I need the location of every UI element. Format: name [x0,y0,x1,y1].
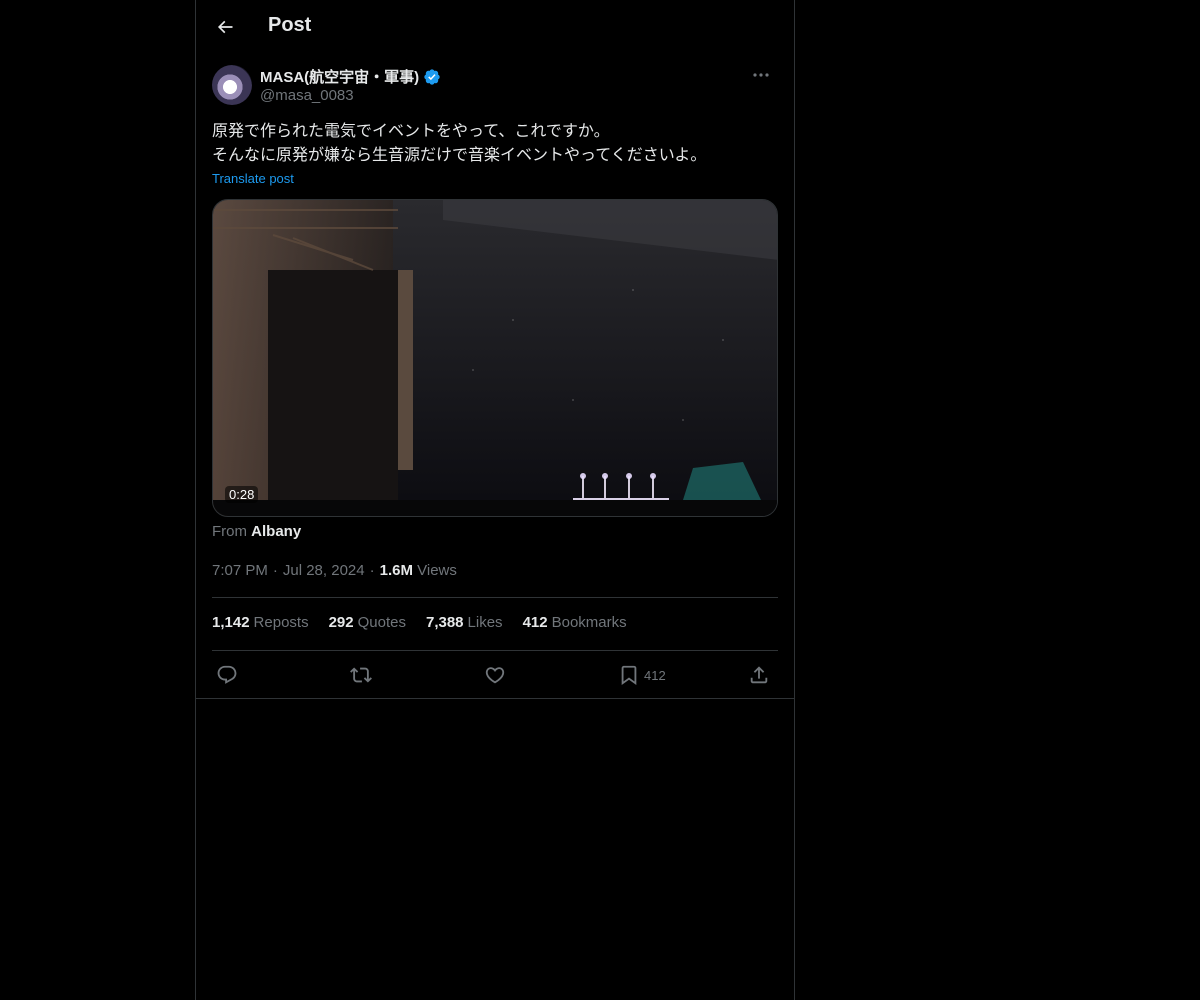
verified-badge-icon [424,68,440,85]
post-author: MASA(航空宇宙・軍事) @masa_0083 [212,65,778,107]
video-thumbnail [213,200,777,516]
views-count: 1.6M [379,562,413,579]
location-prefix: From [212,523,247,540]
divider [212,597,778,598]
post-date[interactable]: Jul 28, 2024 [283,562,365,579]
reposts-stat[interactable]: 1,142 Reposts [212,614,309,631]
divider [196,698,794,699]
reply-icon [217,665,237,684]
post-meta: 7:07 PM · Jul 28, 2024 · 1.6M Views [212,562,457,579]
heart-icon [485,667,505,684]
views-label: Views [417,562,457,579]
quotes-stat[interactable]: 292 Quotes [329,614,406,631]
author-display-name[interactable]: MASA(航空宇宙・軍事) [260,66,419,87]
post-time[interactable]: 7:07 PM [212,562,268,579]
repost-icon [350,667,372,683]
more-options-button[interactable] [744,65,778,85]
location-name[interactable]: Albany [251,523,301,540]
author-handle[interactable]: @masa_0083 [260,87,354,104]
page-header: Post [196,0,794,53]
bookmark-count: 412 [644,667,666,683]
bookmark-icon [621,665,637,686]
share-button[interactable] [748,660,770,690]
share-icon [750,666,768,684]
post-location: From Albany [212,523,301,540]
like-button[interactable] [484,660,506,690]
post-stats: 1,142 Reposts 292 Quotes 7,388 Likes 412 Boo… [212,614,627,631]
page-title: Post [268,14,312,36]
post-text: 原発で作られた電気でイベントをやって、これですか。 そんなに原発が嫌なら生音源だ… [212,123,707,164]
action-bar: 412 [212,660,778,690]
repost-button[interactable] [350,660,372,690]
meta-separator: · [369,562,375,579]
bookmarks-stat[interactable]: 412 Bookmarks [523,614,627,631]
back-button[interactable] [208,10,242,44]
main-column: Post MASA(航空宇宙・軍事) @masa_0083 原発で作られた電気で… [195,0,795,1000]
reply-button[interactable] [216,660,238,690]
likes-stat[interactable]: 7,388 Likes [426,614,503,631]
more-dots-icon [753,73,769,77]
translate-post-link[interactable]: Translate post [212,171,294,186]
arrow-left-icon [217,20,233,34]
post-video[interactable]: 0:28 [212,199,778,517]
meta-separator: · [272,562,278,579]
bookmark-button[interactable]: 412 [618,660,666,690]
video-duration: 0:28 [225,486,259,503]
divider [212,650,778,651]
avatar[interactable] [212,65,252,105]
author-name-row: MASA(航空宇宙・軍事) [260,66,441,87]
